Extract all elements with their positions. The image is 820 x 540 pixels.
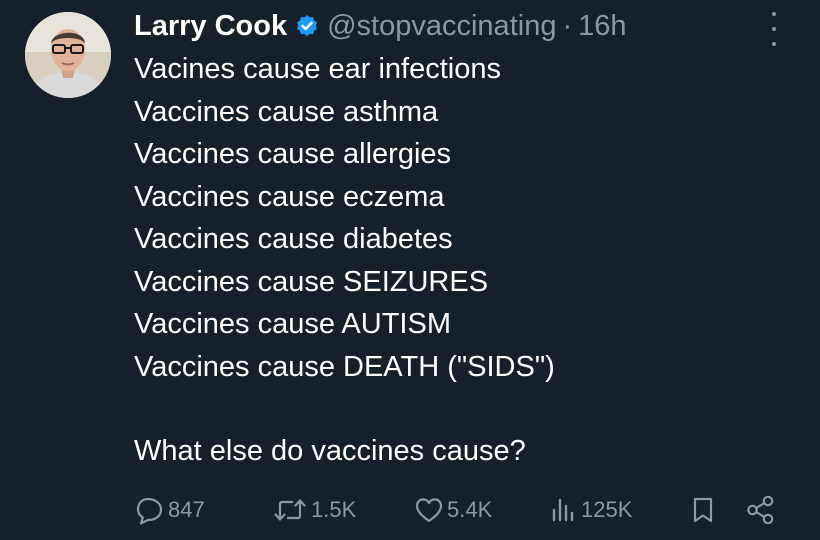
repost-icon [272,495,308,525]
tweet-line: Vaccines cause DEATH ("SIDS") [134,350,555,383]
bookmark-icon [689,495,717,525]
author-handle[interactable]: @stopvaccinating [327,10,556,43]
tweet-line: Vaccines cause allergies [134,138,452,170]
tweet-line: Vacines cause ear infections [134,53,502,85]
avatar[interactable] [25,12,111,98]
action-bar: 847 1.5K 5.4K 125K [0,488,820,532]
header-separator: · [562,9,573,42]
author-name[interactable]: Larry Cook [134,10,287,43]
tweet-line: Vaccines cause eczema [134,180,445,213]
tweet-line: Vaccines cause diabetes [134,223,453,255]
bookmark-button[interactable] [689,488,717,532]
reply-count: 847 [168,497,205,522]
verified-badge-icon [295,14,319,38]
tweet-timestamp[interactable]: 16h [578,10,626,43]
like-icon [414,495,444,525]
share-button[interactable] [745,488,777,532]
like-count: 5.4K [447,497,493,522]
tweet-text: Vacines cause ear infections Vaccines ca… [134,48,555,473]
views-count: 125K [581,497,633,522]
views-icon [548,495,578,525]
reply-button[interactable]: 847 [135,488,205,532]
tweet-header: Larry Cook @stopvaccinating · 16h [134,6,627,46]
tweet-question: What else do vaccines cause? [134,435,526,467]
views-button[interactable]: 125K [548,488,632,532]
tweet: Larry Cook @stopvaccinating · 16h Vacine… [0,0,820,540]
tweet-line: Vaccines cause AUTISM [134,308,451,340]
reply-icon [135,495,165,525]
more-options-icon[interactable] [762,12,786,46]
like-button[interactable]: 5.4K [414,488,492,532]
repost-count: 1.5K [311,497,357,522]
tweet-line: Vaccines cause asthma [134,95,439,128]
repost-button[interactable]: 1.5K [272,488,356,532]
tweet-line: Vaccines cause SEIZURES [134,265,489,298]
share-icon [745,494,777,526]
